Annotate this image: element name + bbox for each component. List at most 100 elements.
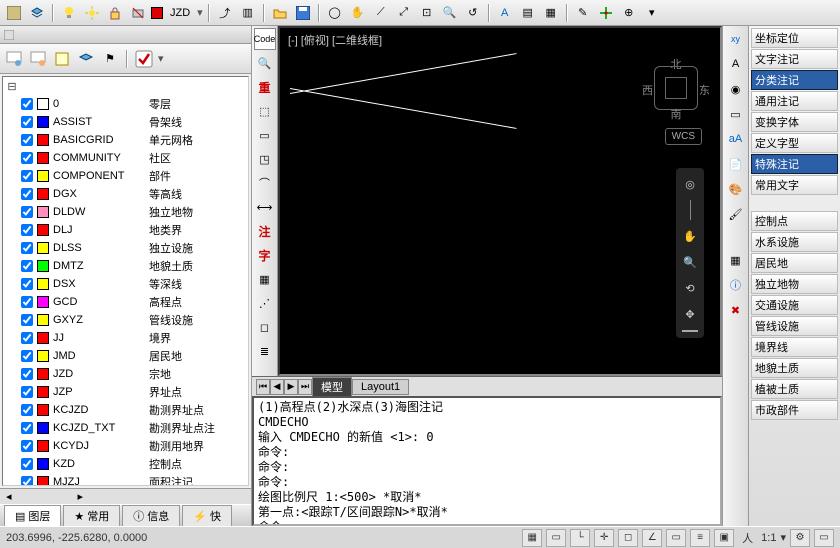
tool-文字注记[interactable]: 文字注记 bbox=[751, 49, 838, 69]
tool-管线设施[interactable]: 管线设施 bbox=[751, 316, 838, 336]
check-icon[interactable] bbox=[134, 49, 154, 69]
tool-地貌土质[interactable]: 地貌土质 bbox=[751, 358, 838, 378]
pen-icon[interactable]: ✎ bbox=[573, 3, 593, 23]
tab-first-icon[interactable]: ⏮ bbox=[256, 379, 270, 395]
sb-track-icon[interactable]: ∠ bbox=[642, 529, 662, 547]
sb-lwt-icon[interactable]: ≡ bbox=[690, 529, 710, 547]
stack-icon[interactable] bbox=[76, 49, 96, 69]
sb-snap-icon[interactable]: ▭ bbox=[546, 529, 566, 547]
orbit-icon[interactable]: ⟲ bbox=[680, 278, 700, 298]
a-icon[interactable]: A bbox=[495, 3, 515, 23]
layer-row[interactable]: DGX等高线 bbox=[3, 185, 248, 203]
layer-color-swatch[interactable] bbox=[37, 350, 49, 362]
zoom-window-icon[interactable]: ⊡ bbox=[417, 3, 437, 23]
sb-max-icon[interactable]: ▭ bbox=[814, 529, 834, 547]
layer-visible-checkbox[interactable] bbox=[21, 98, 33, 110]
layer-visible-checkbox[interactable] bbox=[21, 116, 33, 128]
mirror-icon[interactable]: ⟷ bbox=[254, 196, 276, 218]
tool-独立地物[interactable]: 独立地物 bbox=[751, 274, 838, 294]
layer-color-swatch[interactable] bbox=[37, 368, 49, 380]
sb-polar-icon[interactable]: ✛ bbox=[594, 529, 614, 547]
layer-color-swatch[interactable] bbox=[37, 170, 49, 182]
layer-visible-checkbox[interactable] bbox=[21, 296, 33, 308]
wheel-icon[interactable]: ◎ bbox=[680, 174, 700, 194]
sb-dyn-icon[interactable]: ▭ bbox=[666, 529, 686, 547]
move-icon[interactable] bbox=[596, 3, 616, 23]
panel-header[interactable] bbox=[0, 26, 251, 44]
layer-row[interactable]: COMMUNITY社区 bbox=[3, 149, 248, 167]
layer-row[interactable]: GCD高程点 bbox=[3, 293, 248, 311]
nodes-icon[interactable]: ⋰ bbox=[254, 292, 276, 314]
doc-icon[interactable]: ▤ bbox=[518, 3, 538, 23]
layer-color-swatch[interactable] bbox=[37, 224, 49, 236]
lasso-icon[interactable]: ◯ bbox=[325, 3, 345, 23]
tab-prev-icon[interactable]: ◀ bbox=[270, 379, 284, 395]
font-icon[interactable]: aA bbox=[725, 128, 747, 150]
code-btn[interactable]: Code bbox=[254, 28, 276, 50]
layer-row[interactable]: KCYDJ勘测用地界 bbox=[3, 437, 248, 455]
tool-特殊注记[interactable]: 特殊注记 bbox=[751, 154, 838, 174]
sel-circle-icon[interactable]: ◉ bbox=[725, 78, 747, 100]
layer-visible-checkbox[interactable] bbox=[21, 458, 33, 470]
measure-icon[interactable]: ⟋ bbox=[371, 3, 391, 23]
zoom-nav-icon[interactable]: 🔍 bbox=[680, 252, 700, 272]
layer-visible-checkbox[interactable] bbox=[21, 332, 33, 344]
sb-model-icon[interactable]: ▣ bbox=[714, 529, 734, 547]
layer-row[interactable]: BASICGRID单元网格 bbox=[3, 131, 248, 149]
layer-visible-checkbox[interactable] bbox=[21, 242, 33, 254]
layer-visible-checkbox[interactable] bbox=[21, 476, 33, 486]
compass-widget[interactable]: 北 西 东 南 bbox=[646, 58, 706, 118]
sun-icon[interactable] bbox=[82, 3, 102, 23]
tool-通用注记[interactable]: 通用注记 bbox=[751, 91, 838, 111]
box-icon[interactable]: ◻ bbox=[254, 316, 276, 338]
panel-tab[interactable]: ⓘ信息 bbox=[122, 505, 180, 527]
pan-icon[interactable]: ✋ bbox=[680, 226, 700, 246]
layer-color-swatch[interactable] bbox=[37, 152, 49, 164]
wcs-badge[interactable]: WCS bbox=[665, 128, 702, 145]
tool-变换字体[interactable]: 变换字体 bbox=[751, 112, 838, 132]
sb-grid-icon[interactable]: ▦ bbox=[522, 529, 542, 547]
filter2-icon[interactable] bbox=[28, 49, 48, 69]
grid-icon[interactable]: ▦ bbox=[541, 3, 561, 23]
layer-row[interactable]: DLDW独立地物 bbox=[3, 203, 248, 221]
layer-visible-checkbox[interactable] bbox=[21, 188, 33, 200]
grid2-icon[interactable]: ▦ bbox=[725, 249, 747, 271]
layer-color-swatch[interactable] bbox=[37, 278, 49, 290]
layer-row[interactable]: COMPONENT部件 bbox=[3, 167, 248, 185]
layer-visible-checkbox[interactable] bbox=[21, 422, 33, 434]
text-a-icon[interactable]: A bbox=[725, 53, 747, 75]
sb-obj-icon[interactable]: ◻ bbox=[618, 529, 638, 547]
layer-visible-checkbox[interactable] bbox=[21, 170, 33, 182]
layer-row[interactable]: DMTZ地貌土质 bbox=[3, 257, 248, 275]
open-icon[interactable] bbox=[270, 3, 290, 23]
freeze-icon[interactable] bbox=[52, 49, 72, 69]
tool-水系设施[interactable]: 水系设施 bbox=[751, 232, 838, 252]
layers-stack-icon[interactable] bbox=[27, 3, 47, 23]
unselect-icon[interactable]: ⬚ bbox=[254, 100, 276, 122]
layer-visible-checkbox[interactable] bbox=[21, 440, 33, 452]
table-icon[interactable]: ▦ bbox=[254, 268, 276, 290]
zoom-prev-icon[interactable]: ↺ bbox=[463, 3, 483, 23]
layer-row[interactable]: DSX等深线 bbox=[3, 275, 248, 293]
tab-layout1[interactable]: Layout1 bbox=[352, 379, 409, 395]
share-icon[interactable]: ⤴ bbox=[215, 3, 235, 23]
layer-color-swatch[interactable] bbox=[37, 314, 49, 326]
layer-visible-checkbox[interactable] bbox=[21, 278, 33, 290]
book-icon[interactable]: ▥ bbox=[238, 3, 258, 23]
layer-visible-checkbox[interactable] bbox=[21, 260, 33, 272]
type-icon[interactable]: 📄 bbox=[725, 153, 747, 175]
zoom-in-icon[interactable]: 🔍 bbox=[440, 3, 460, 23]
layer-row[interactable]: JZP界址点 bbox=[3, 383, 248, 401]
layer-color-swatch[interactable] bbox=[37, 242, 49, 254]
current-layer-name[interactable]: JZD bbox=[166, 7, 194, 19]
chevron-down-icon[interactable]: ▾ bbox=[642, 3, 662, 23]
layer-color-swatch[interactable] bbox=[37, 296, 49, 308]
layer-visible-checkbox[interactable] bbox=[21, 224, 33, 236]
layer-tree[interactable]: ⊟0零层ASSIST骨架线BASICGRID单元网格COMMUNITY社区COM… bbox=[2, 76, 249, 486]
tool-交通设施[interactable]: 交通设施 bbox=[751, 295, 838, 315]
panel-tab[interactable]: ★常用 bbox=[63, 505, 120, 527]
tab-last-icon[interactable]: ⏭ bbox=[298, 379, 312, 395]
tool-市政部件[interactable]: 市政部件 bbox=[751, 400, 838, 420]
sb-ortho-icon[interactable]: └ bbox=[570, 529, 590, 547]
layer-visible-checkbox[interactable] bbox=[21, 134, 33, 146]
